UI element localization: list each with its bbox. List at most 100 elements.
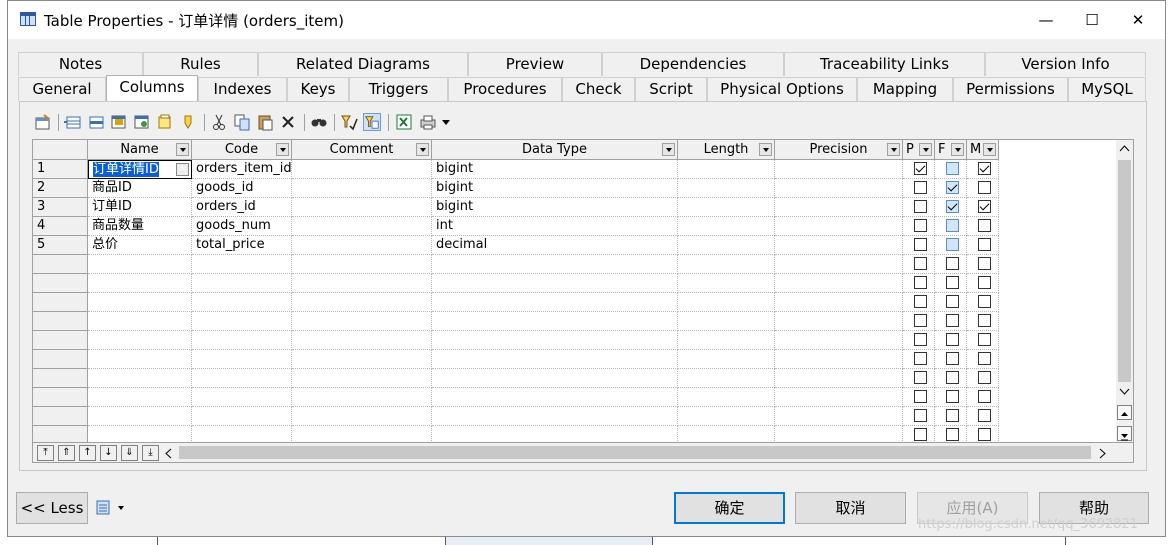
cell-type[interactable] (432, 293, 678, 312)
cell-code[interactable] (192, 274, 292, 293)
header-precision[interactable]: Precision (775, 140, 903, 160)
chevron-down-icon[interactable] (416, 143, 429, 156)
tab-traceability-links[interactable]: Traceability Links (784, 52, 985, 76)
cell-comment[interactable] (292, 255, 432, 274)
new-rule-icon[interactable] (179, 113, 197, 131)
minimize-button[interactable]: — (1023, 1, 1069, 39)
move-up-icon[interactable]: ↑ (79, 445, 96, 461)
cell-name[interactable] (88, 312, 192, 331)
row-header[interactable] (33, 312, 88, 331)
tab-dependencies[interactable]: Dependencies (602, 52, 784, 76)
cell-name[interactable] (88, 331, 192, 350)
checkbox-m[interactable] (978, 257, 991, 270)
header-mandatory[interactable]: M (967, 140, 999, 160)
add-attributes-icon[interactable] (110, 113, 128, 131)
cut-icon[interactable] (210, 113, 228, 131)
checkbox-f[interactable] (946, 409, 959, 422)
excel-export-icon[interactable] (395, 113, 413, 131)
checkbox-f[interactable] (946, 295, 959, 308)
cell-comment[interactable] (292, 293, 432, 312)
tab-rules[interactable]: Rules (143, 52, 258, 76)
cell-precision[interactable] (775, 369, 903, 388)
cell-precision[interactable] (775, 350, 903, 369)
move-page-up-icon[interactable]: ⇑ (58, 445, 75, 461)
header-code[interactable]: Code (192, 140, 292, 160)
checkbox-p[interactable] (914, 314, 927, 327)
row-header[interactable]: 4 (33, 217, 88, 236)
cell-code[interactable]: total_price (192, 236, 292, 255)
cell-length[interactable] (678, 312, 775, 331)
cell-comment[interactable] (292, 236, 432, 255)
cell-length[interactable] (678, 274, 775, 293)
filter-icon[interactable] (340, 113, 358, 131)
cell-type[interactable] (432, 255, 678, 274)
row-header[interactable] (33, 388, 88, 407)
cell-code[interactable]: goods_id (192, 179, 292, 198)
cell-name[interactable]: 总价 (88, 236, 192, 255)
cell-precision[interactable] (775, 293, 903, 312)
cell-length[interactable] (678, 255, 775, 274)
cell-length[interactable] (678, 369, 775, 388)
cell-type[interactable] (432, 369, 678, 388)
scroll-page-up-button[interactable] (1117, 405, 1132, 420)
scroll-left-icon[interactable] (164, 448, 172, 459)
paste-icon[interactable] (256, 113, 274, 131)
cell-type[interactable]: bigint (432, 179, 678, 198)
tab-preview[interactable]: Preview (468, 52, 602, 76)
checkbox-f[interactable] (946, 352, 959, 365)
maximize-button[interactable]: ☐ (1069, 1, 1115, 39)
tab-procedures[interactable]: Procedures (448, 77, 562, 101)
checkbox-p[interactable] (914, 276, 927, 289)
tab-mapping[interactable]: Mapping (857, 77, 953, 101)
cell-name[interactable] (88, 350, 192, 369)
checkbox-m[interactable] (978, 390, 991, 403)
cell-name[interactable] (88, 388, 192, 407)
cell-length[interactable] (678, 293, 775, 312)
header-length[interactable]: Length (678, 140, 775, 160)
checkbox-p[interactable] (914, 200, 927, 213)
close-button[interactable]: ✕ (1115, 1, 1161, 39)
checkbox-m[interactable] (978, 371, 991, 384)
cell-precision[interactable] (775, 407, 903, 426)
checkbox-m[interactable] (978, 333, 991, 346)
move-top-icon[interactable]: ⤒ (37, 445, 54, 461)
checkbox-p[interactable] (914, 409, 927, 422)
ok-button[interactable]: 确定 (674, 492, 785, 524)
cell-type[interactable]: int (432, 217, 678, 236)
cell-precision[interactable] (775, 388, 903, 407)
row-header[interactable] (33, 369, 88, 388)
row-header[interactable]: 2 (33, 179, 88, 198)
tab-script[interactable]: Script (635, 77, 707, 101)
checkbox-m[interactable] (978, 181, 991, 194)
cell-type[interactable]: decimal (432, 236, 678, 255)
chevron-down-icon[interactable] (983, 143, 996, 156)
checkbox-p[interactable] (914, 390, 927, 403)
tab-indexes[interactable]: Indexes (198, 77, 287, 101)
tab-related-diagrams[interactable]: Related Diagrams (258, 52, 468, 76)
checkbox-p[interactable] (914, 238, 927, 251)
scroll-up-icon[interactable] (1119, 144, 1130, 152)
cell-type[interactable] (432, 274, 678, 293)
insert-row-icon[interactable] (87, 113, 105, 131)
horizontal-scroll-thumb[interactable] (179, 446, 1091, 459)
tab-general[interactable]: General (18, 77, 106, 101)
scroll-right-icon[interactable] (1099, 448, 1107, 459)
cell-type[interactable] (432, 407, 678, 426)
cell-precision[interactable] (775, 312, 903, 331)
cell-name[interactable] (88, 369, 192, 388)
checkbox-f[interactable] (946, 314, 959, 327)
vertical-scrollbar[interactable] (1116, 140, 1133, 444)
cell-name[interactable] (88, 255, 192, 274)
cell-name[interactable]: 商品数量 (88, 217, 192, 236)
row-header[interactable]: 3 (33, 198, 88, 217)
reuse-columns-icon[interactable] (133, 113, 151, 131)
less-button[interactable]: << Less (16, 492, 88, 524)
cell-comment[interactable] (292, 312, 432, 331)
cell-length[interactable] (678, 388, 775, 407)
cell-precision[interactable] (775, 331, 903, 350)
checkbox-m[interactable] (978, 238, 991, 251)
cell-name[interactable] (88, 293, 192, 312)
checkbox-p[interactable] (914, 371, 927, 384)
checkbox-p[interactable] (914, 257, 927, 270)
cell-length[interactable] (678, 407, 775, 426)
